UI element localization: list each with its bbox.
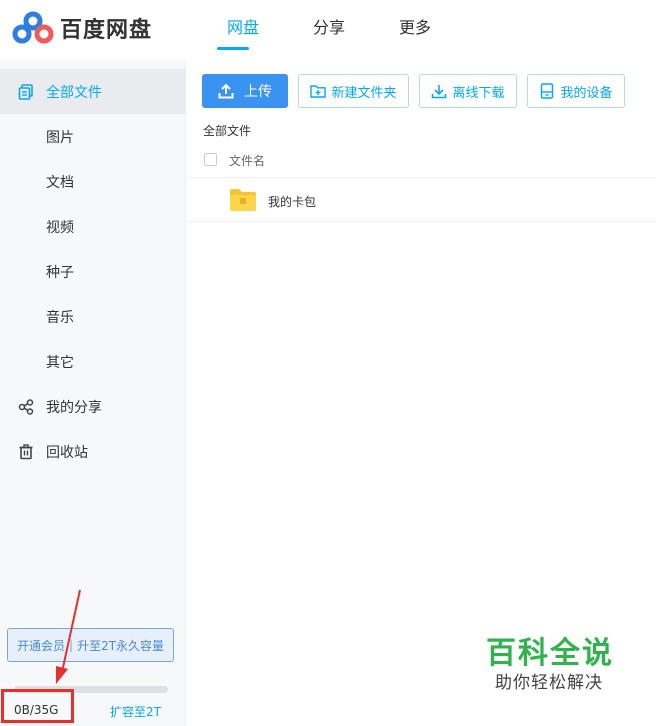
new-folder-label: 新建文件夹	[331, 85, 397, 101]
select-all-checkbox[interactable]	[204, 153, 217, 166]
sidebar-item-label: 种子	[46, 264, 74, 281]
sidebar-item-label: 我的分享	[46, 399, 102, 416]
sidebar-item-trash[interactable]: 回收站	[0, 429, 186, 474]
file-name: 我的卡包	[268, 195, 317, 209]
upload-label: 上传	[244, 84, 272, 100]
share-icon	[17, 398, 35, 416]
sidebar-item-videos[interactable]: 视频	[0, 204, 186, 249]
tab-more[interactable]: 更多	[372, 0, 458, 60]
tab-share[interactable]: 分享	[286, 0, 372, 60]
baidu-netdisk-logo[interactable]: 百度网盘	[12, 11, 152, 45]
upload-button[interactable]: 上传	[202, 74, 288, 108]
sidebar-item-label: 文档	[46, 174, 74, 191]
sidebar-item-my-share[interactable]: 我的分享	[0, 384, 186, 429]
sidebar-item-torrents[interactable]: 种子	[0, 249, 186, 294]
expand-capacity-link[interactable]: 扩容至2T	[110, 703, 161, 720]
folder-icon	[229, 188, 257, 216]
breadcrumb[interactable]: 全部文件	[203, 122, 251, 139]
vip-open-label: 开通会员	[17, 638, 66, 653]
top-header: 百度网盘 网盘 分享 更多	[0, 0, 656, 60]
upload-icon	[218, 83, 234, 99]
sidebar-item-all-files[interactable]: 全部文件	[0, 69, 186, 114]
new-folder-icon	[310, 83, 327, 99]
my-devices-button[interactable]: 我的设备	[527, 74, 625, 108]
sidebar-item-music[interactable]: 音乐	[0, 294, 186, 339]
sidebar-item-documents[interactable]: 文档	[0, 159, 186, 204]
sidebar-item-images[interactable]: 图片	[0, 114, 186, 159]
open-vip-button[interactable]: 开通会员 | 升至2T永久容量	[7, 628, 174, 662]
column-header-filename[interactable]: 文件名	[229, 152, 265, 169]
new-folder-button[interactable]: 新建文件夹	[298, 74, 409, 108]
list-item[interactable]: 我的卡包	[187, 180, 656, 222]
sidebar-item-label: 其它	[46, 354, 74, 371]
tab-netdisk[interactable]: 网盘	[200, 0, 286, 60]
watermark-title: 百科全说	[486, 636, 614, 671]
main-content: 上传 新建文件夹 离线下载 我的设备 全部文件 文件名 我的卡包	[187, 60, 656, 726]
file-list-header: 文件名	[187, 150, 656, 178]
watermark: 百科全说 助你轻松解决	[486, 636, 626, 694]
files-icon	[17, 83, 35, 101]
sidebar-item-label: 视频	[46, 219, 74, 236]
sidebar-item-label: 全部文件	[46, 84, 102, 101]
quota-highlight-box	[1, 689, 74, 723]
trash-icon	[17, 443, 35, 461]
download-icon	[431, 83, 447, 99]
offline-download-label: 离线下载	[452, 85, 505, 101]
sidebar-item-label: 音乐	[46, 309, 74, 326]
toolbar: 上传 新建文件夹 离线下载 我的设备	[202, 74, 635, 108]
sidebar-item-label: 回收站	[46, 444, 88, 461]
sidebar-item-label: 图片	[46, 129, 74, 146]
sidebar-item-other[interactable]: 其它	[0, 339, 186, 384]
device-icon	[539, 83, 555, 99]
offline-download-button[interactable]: 离线下载	[419, 74, 517, 108]
logo-text: 百度网盘	[60, 18, 153, 43]
cloud-logo-icon	[12, 11, 54, 44]
top-nav: 网盘 分享 更多	[200, 0, 458, 60]
vip-divider: |	[69, 638, 74, 652]
vip-upgrade-label: 升至2T永久容量	[77, 638, 165, 653]
my-devices-label: 我的设备	[560, 85, 613, 101]
watermark-subtitle: 助你轻松解决	[495, 673, 603, 693]
sidebar: 全部文件 图片 文档 视频 种子 音乐 其它 我的分享 回收站 开通会员 | 升…	[0, 60, 186, 726]
